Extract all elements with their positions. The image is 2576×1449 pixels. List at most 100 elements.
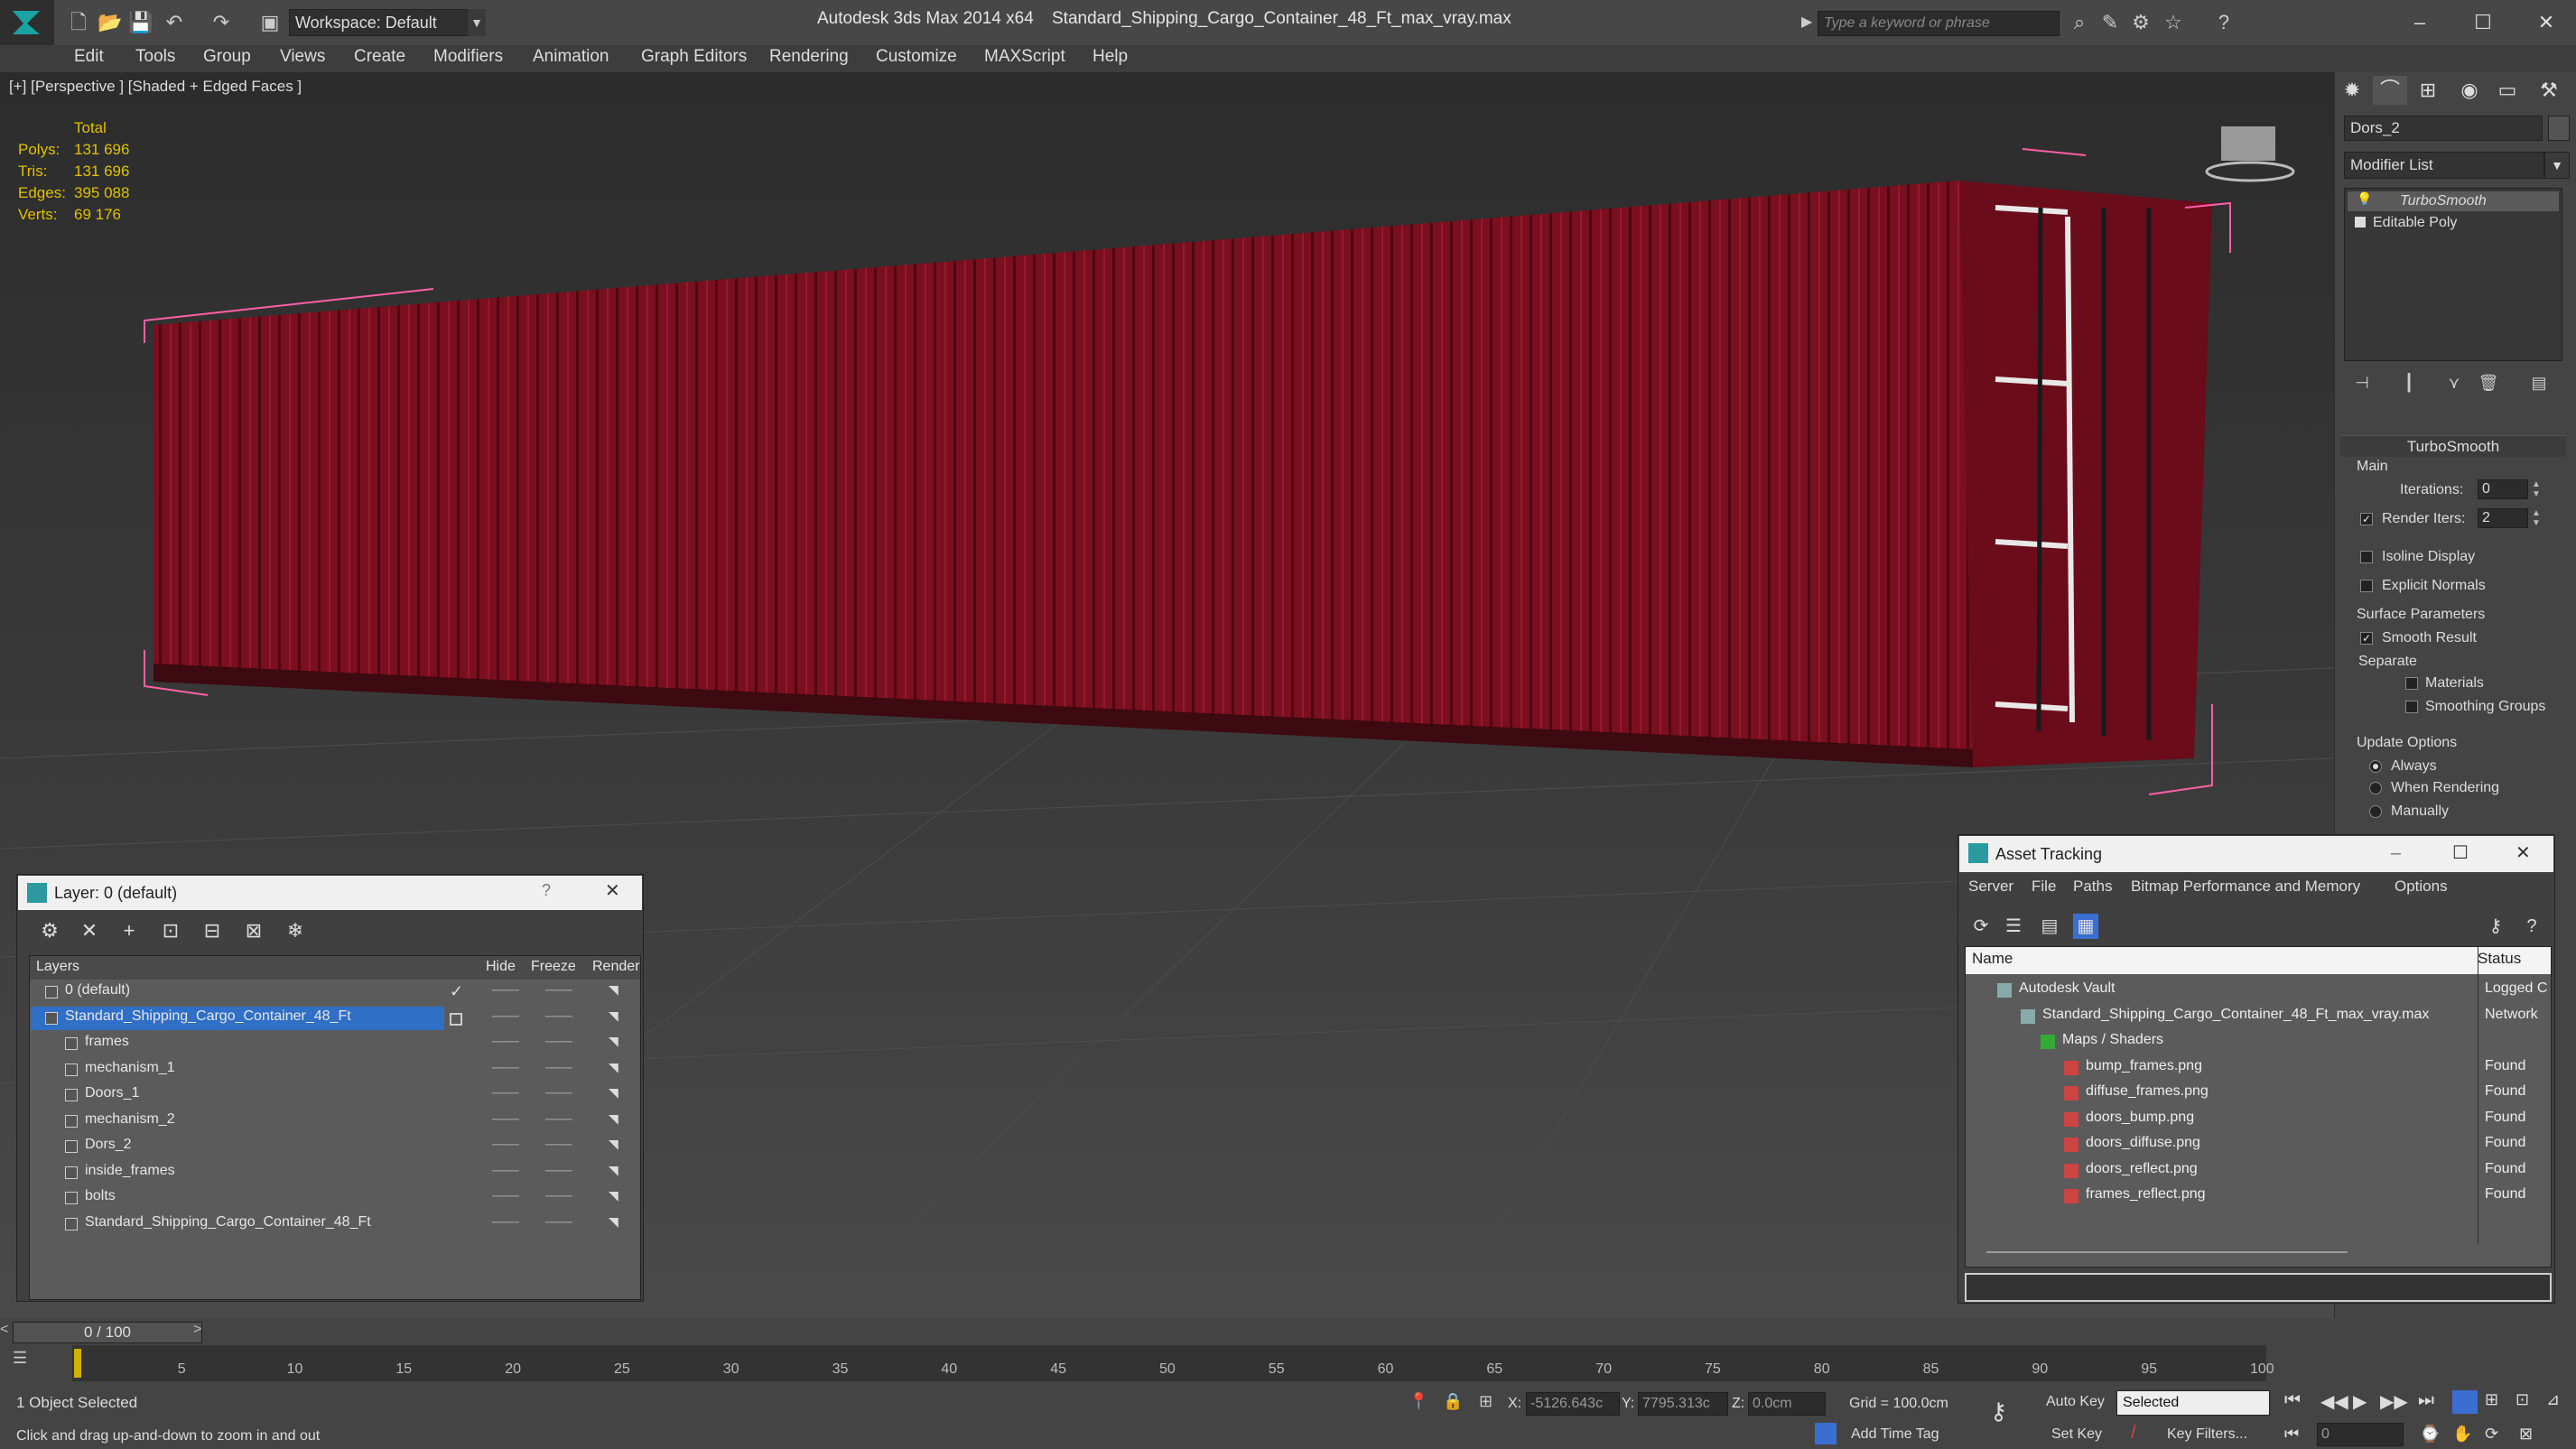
time-config-icon[interactable]: ⌚ xyxy=(2420,1425,2440,1444)
asset-row-name[interactable]: Standard_Shipping_Cargo_Container_48_Ft_… xyxy=(2042,1007,2429,1023)
key-icon[interactable]: ⚷ xyxy=(1990,1398,2007,1426)
hide-toggle[interactable]: ─── xyxy=(492,1034,519,1048)
x-coord-field[interactable]: -5126.643c xyxy=(1526,1392,1620,1416)
col-render[interactable]: Render xyxy=(592,959,639,975)
app-logo[interactable] xyxy=(0,0,54,45)
render-teapot-icon[interactable]: ◥ xyxy=(609,1137,618,1152)
play-icon[interactable]: ▶ xyxy=(2353,1390,2367,1413)
refresh-icon[interactable]: ⟳ xyxy=(1968,914,1994,939)
hide-toggle[interactable]: ─── xyxy=(492,1137,519,1151)
freeze-toggle[interactable]: ─── xyxy=(545,1137,572,1151)
render-teapot-icon[interactable]: ◥ xyxy=(609,982,618,998)
asset-row-name[interactable]: doors_bump.png xyxy=(2086,1110,2194,1126)
next-frame-icon[interactable]: ▶▶ xyxy=(2380,1390,2408,1413)
layer-row-label[interactable]: bolts xyxy=(85,1188,116,1204)
zoom-icon[interactable] xyxy=(2452,1390,2478,1414)
utilities-tab-icon[interactable]: ⚒ xyxy=(2532,76,2566,105)
update-when-rendering-radio[interactable] xyxy=(2369,782,2382,794)
close-icon[interactable]: ✕ xyxy=(2528,7,2564,38)
smooth-result-checkbox[interactable]: ✓ xyxy=(2360,632,2373,645)
maximize-icon[interactable]: ☐ xyxy=(2452,841,2469,864)
stack-item-turbosmooth[interactable]: TurboSmooth xyxy=(2348,191,2559,211)
hide-toggle[interactable]: ─── xyxy=(492,1163,519,1177)
iterations-spinner[interactable]: 0 xyxy=(2478,479,2528,499)
hide-toggle[interactable]: ─── xyxy=(492,1214,519,1229)
goto-end-icon[interactable]: ⏭ xyxy=(2418,1390,2434,1411)
menu-group[interactable]: Group xyxy=(203,47,251,67)
update-always-radio[interactable] xyxy=(2369,760,2382,773)
create-layer-icon[interactable]: ⚙ xyxy=(36,917,63,944)
set-key-button[interactable]: Set Key xyxy=(2051,1426,2102,1443)
key-mode-icon[interactable]: / xyxy=(2131,1423,2136,1444)
remove-modifier-icon[interactable]: 🗑 xyxy=(2478,374,2499,397)
spinner-arrows-icon[interactable]: ▲ ▼ xyxy=(2530,508,2543,528)
asset-row-name[interactable]: doors_diffuse.png xyxy=(2086,1135,2200,1151)
render-iters-checkbox[interactable]: ✓ xyxy=(2360,513,2373,525)
current-layer-check-icon[interactable]: ✓ xyxy=(450,982,463,1001)
render-teapot-icon[interactable]: ◥ xyxy=(609,1188,618,1203)
update-manually-radio[interactable] xyxy=(2369,805,2382,818)
render-iters-spinner[interactable]: 2 xyxy=(2478,508,2528,528)
freeze-all-icon[interactable]: ❄ xyxy=(282,917,309,944)
key-set-dropdown[interactable]: Selected xyxy=(2116,1390,2270,1416)
list-view-icon[interactable]: ☰ xyxy=(2001,914,2026,939)
time-cursor[interactable] xyxy=(74,1349,81,1378)
freeze-toggle[interactable]: ─── xyxy=(545,1034,572,1048)
menu-animation[interactable]: Animation xyxy=(533,47,609,67)
menu-views[interactable]: Views xyxy=(280,47,325,67)
freeze-toggle[interactable]: ─── xyxy=(545,1188,572,1203)
object-name-field[interactable]: Dors_2 xyxy=(2344,116,2543,141)
tools-icon[interactable]: ✎ xyxy=(2098,11,2122,34)
table-view-icon[interactable]: ▦ xyxy=(2073,914,2098,939)
key-filters-button[interactable]: Key Filters... xyxy=(2167,1426,2247,1443)
asset-menu-server[interactable]: Server xyxy=(1968,878,2013,896)
motion-tab-icon[interactable]: ◉ xyxy=(2452,76,2487,105)
object-color-swatch[interactable] xyxy=(2548,116,2570,141)
asset-help-icon[interactable]: ? xyxy=(2519,914,2544,939)
render-teapot-icon[interactable]: ◥ xyxy=(609,1034,618,1049)
freeze-toggle[interactable]: ─── xyxy=(545,1085,572,1100)
vault-login-icon[interactable]: ⚷ xyxy=(2483,914,2508,939)
isolate-selection-icon[interactable]: 📍 xyxy=(1409,1392,1428,1411)
new-file-icon[interactable]: 🗋 xyxy=(67,11,90,34)
key-mode-toggle-icon[interactable]: ⏮ xyxy=(2284,1425,2299,1444)
delete-layer-icon[interactable]: ✕ xyxy=(76,917,103,944)
select-objects-icon[interactable]: ⊡ xyxy=(157,917,184,944)
create-tab-icon[interactable]: ✹ xyxy=(2335,76,2369,105)
auto-key-button[interactable]: Auto Key xyxy=(2046,1394,2105,1410)
menu-edit[interactable]: Edit xyxy=(74,47,104,67)
layer-row-label[interactable]: Standard_Shipping_Cargo_Container_48_Ft xyxy=(65,1008,351,1025)
pan-icon[interactable]: ✋ xyxy=(2452,1425,2472,1444)
col-freeze[interactable]: Freeze xyxy=(531,959,576,975)
menu-help[interactable]: Help xyxy=(1093,47,1128,67)
set-current-layer-box[interactable] xyxy=(450,1013,462,1026)
asset-menu-options[interactable]: Options xyxy=(2395,878,2448,896)
configure-sets-icon[interactable]: ▤ xyxy=(2528,374,2550,397)
absolute-mode-icon[interactable]: ⊞ xyxy=(1479,1392,1493,1411)
freeze-toggle[interactable]: ─── xyxy=(545,1060,572,1074)
help-icon[interactable]: ? xyxy=(542,881,551,900)
add-time-tag-button[interactable]: Add Time Tag xyxy=(1851,1426,1939,1443)
layer-row-label[interactable]: mechanism_1 xyxy=(85,1060,175,1076)
render-teapot-icon[interactable]: ◥ xyxy=(609,1214,618,1230)
hierarchy-tab-icon[interactable]: ⊞ xyxy=(2411,76,2445,105)
viewport-label[interactable]: [+] [Perspective ] [Shaded + Edged Faces… xyxy=(9,78,302,96)
render-teapot-icon[interactable]: ◥ xyxy=(609,1085,618,1101)
play-arrow-icon[interactable]: ▶ xyxy=(1801,13,1812,31)
render-teapot-icon[interactable]: ◥ xyxy=(609,1060,618,1075)
timeline-next-icon[interactable]: > xyxy=(193,1322,201,1338)
maximize-viewport-icon[interactable]: ⊠ xyxy=(2519,1425,2533,1444)
hide-toggle[interactable]: ─── xyxy=(492,1188,519,1203)
freeze-toggle[interactable]: ─── xyxy=(545,1111,572,1126)
col-status[interactable]: Status xyxy=(2478,950,2521,968)
communication-icon[interactable]: ⚙ xyxy=(2129,11,2153,34)
chevron-down-icon[interactable]: ▼ xyxy=(2544,152,2570,179)
layer-row-label[interactable]: Doors_1 xyxy=(85,1085,139,1101)
display-tab-icon[interactable]: ▭ xyxy=(2490,76,2525,105)
minimize-icon[interactable]: – xyxy=(2391,843,2401,864)
minimize-icon[interactable]: – xyxy=(2402,7,2438,38)
explicit-normals-checkbox[interactable] xyxy=(2360,580,2373,592)
menu-modifiers[interactable]: Modifiers xyxy=(433,47,503,67)
show-end-result-icon[interactable]: ┃ xyxy=(2398,374,2420,397)
favorites-star-icon[interactable]: ☆ xyxy=(2162,11,2185,34)
